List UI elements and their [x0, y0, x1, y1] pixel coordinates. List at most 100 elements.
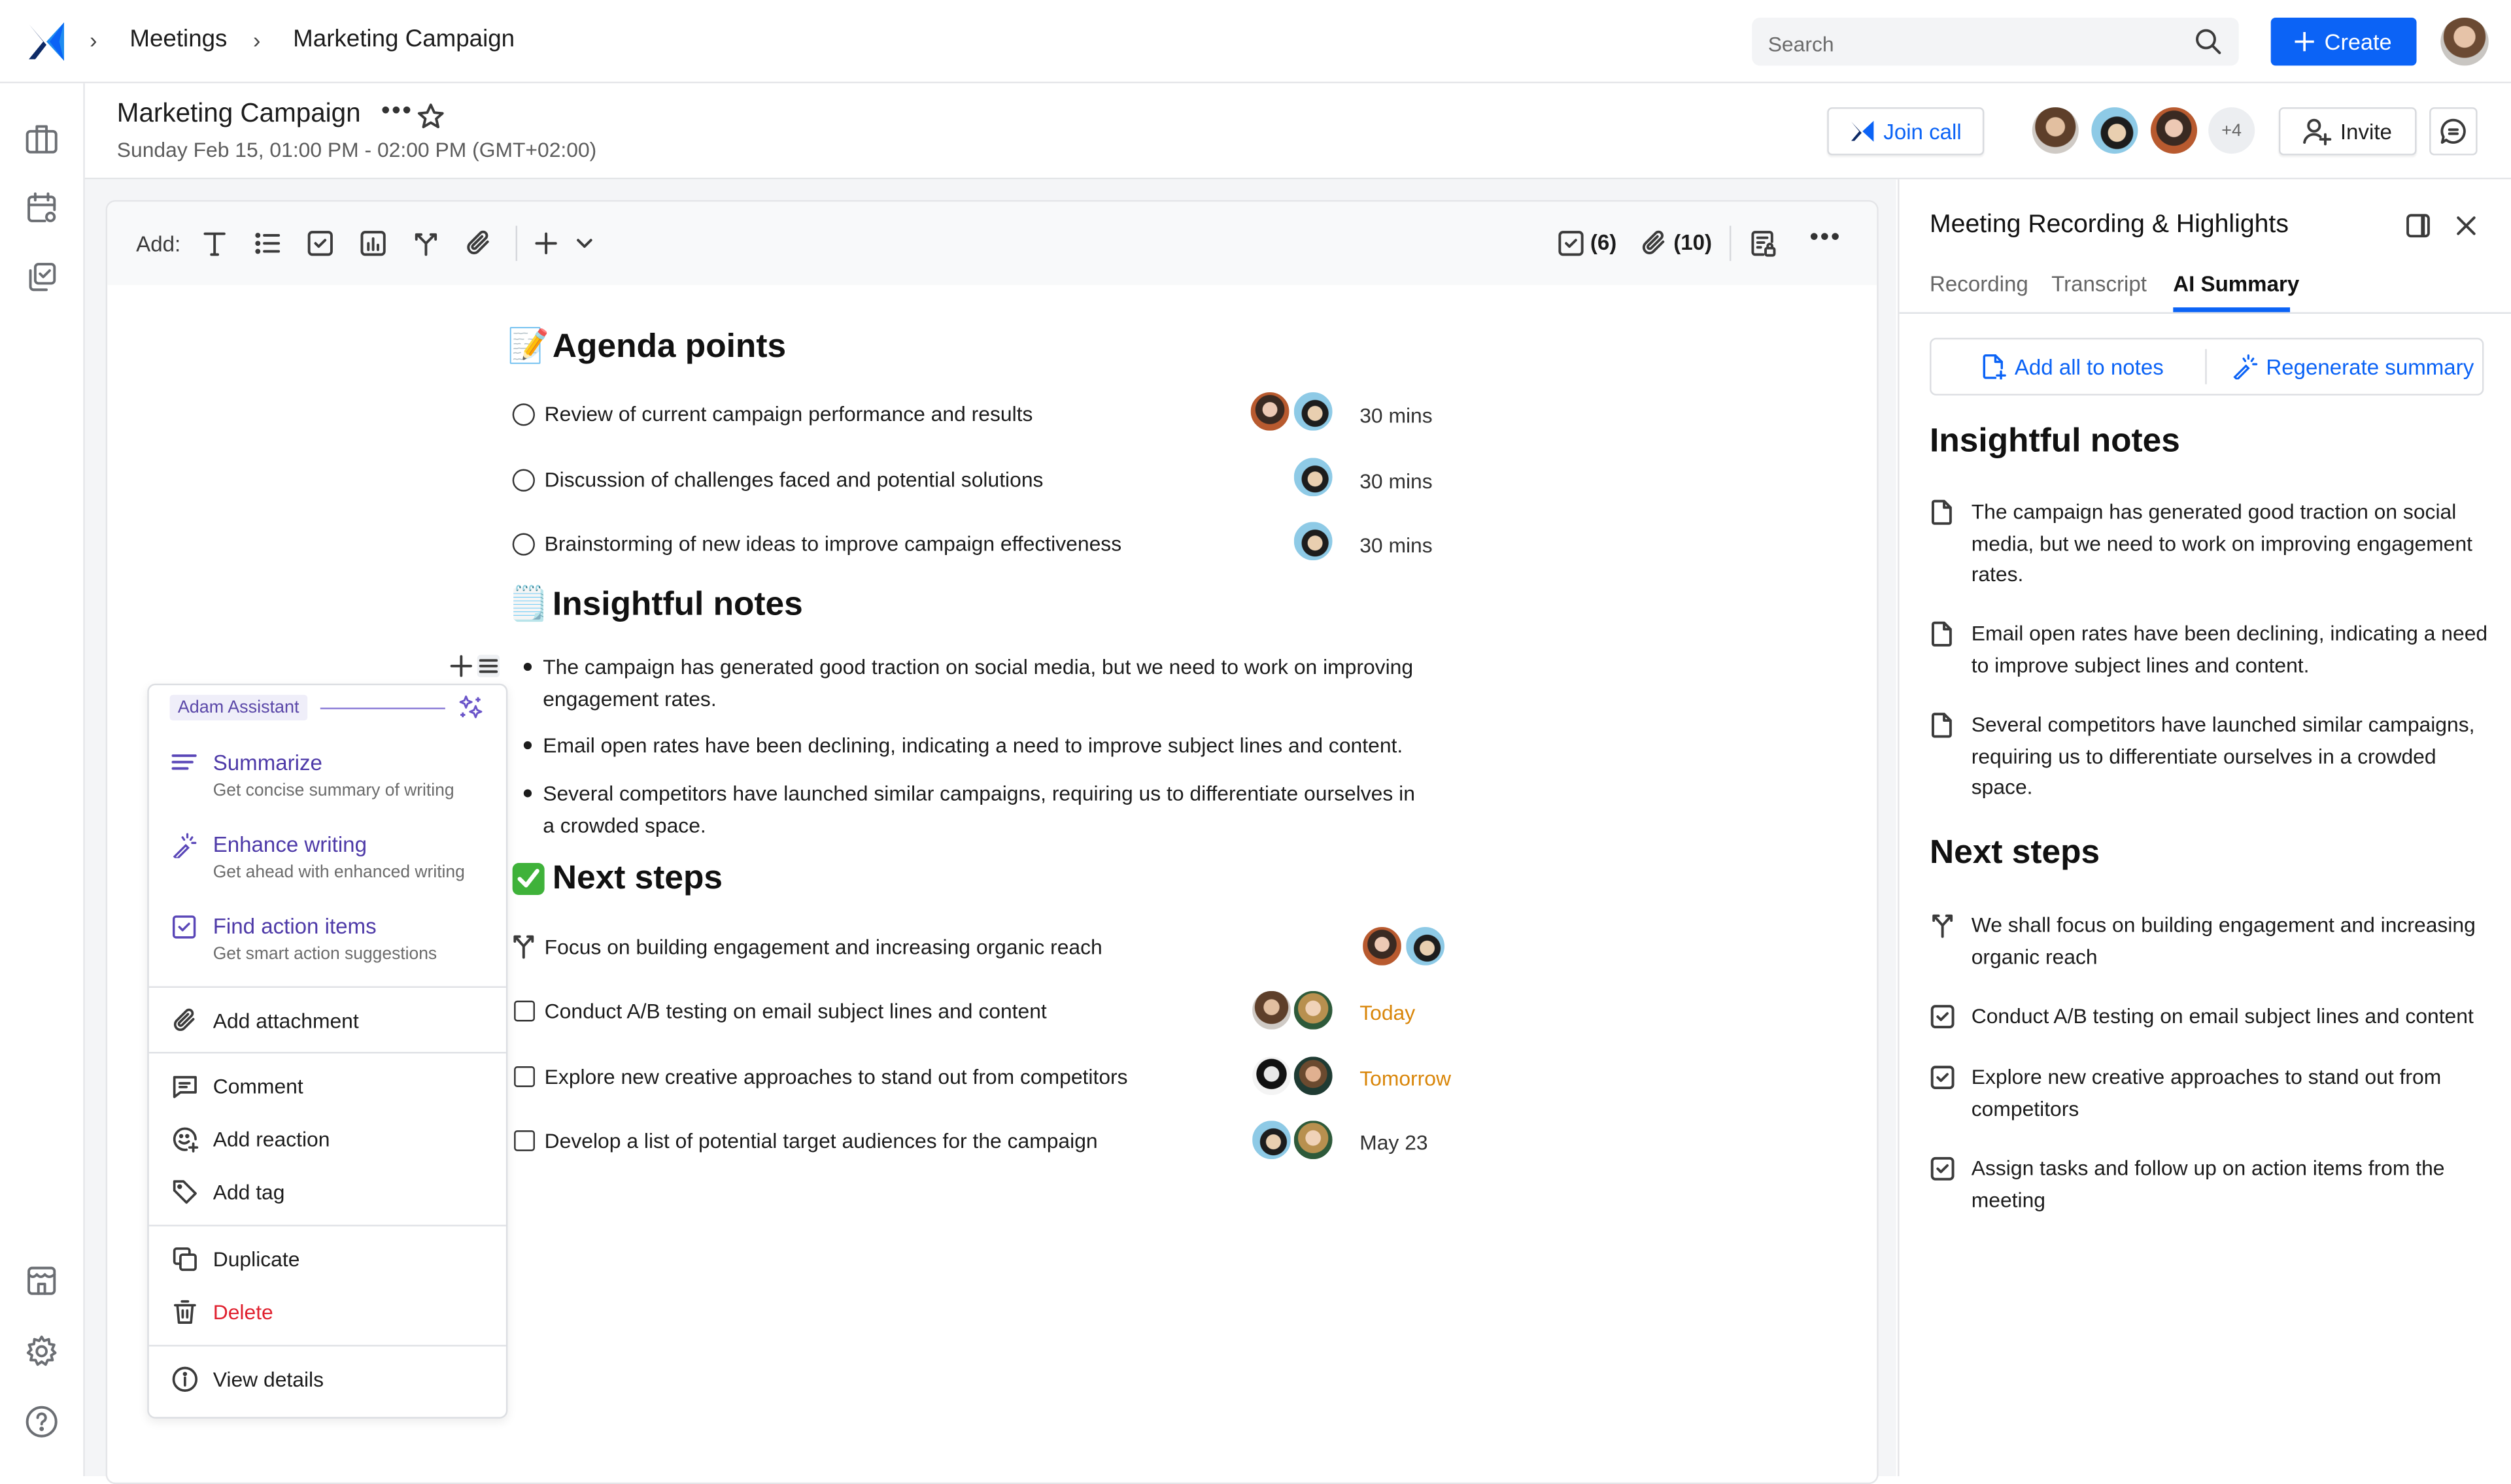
menu-item-label: Add attachment	[213, 1007, 359, 1032]
assignee-avatar[interactable]	[1249, 1117, 1294, 1162]
note-item[interactable]: The campaign has generated good traction…	[522, 652, 1418, 715]
comment-icon	[173, 1075, 197, 1098]
next-step-text[interactable]: Develop a list of potential target audie…	[545, 1129, 1098, 1153]
add-all-label: Add all to notes	[2014, 354, 2164, 379]
add-label: Add:	[136, 232, 181, 256]
participant-avatar[interactable]	[2032, 107, 2079, 154]
task-item: Conduct A/B testing on email subject lin…	[514, 999, 1047, 1023]
menu-view-details[interactable]: View details	[171, 1362, 324, 1394]
assignee-avatar[interactable]	[1290, 518, 1336, 564]
block-context-menu: Adam Assistant Summarize Get concise sum…	[147, 683, 508, 1419]
toolbar-divider	[515, 226, 518, 261]
summary-notes-heading: Insightful notes	[1930, 422, 2180, 460]
add-all-to-notes-button[interactable]: Add all to notes	[1981, 354, 2164, 380]
assignee-avatar[interactable]	[1290, 988, 1336, 1033]
close-icon[interactable]	[2453, 213, 2479, 239]
chat-button[interactable]	[2429, 107, 2478, 156]
participant-avatar[interactable]	[2151, 107, 2198, 154]
task-checkbox[interactable]	[514, 1066, 535, 1087]
plus-icon[interactable]	[532, 229, 560, 258]
task-checkbox[interactable]	[514, 1130, 535, 1151]
app-logo[interactable]	[26, 21, 67, 63]
gear-icon[interactable]	[24, 1334, 60, 1369]
briefcase-icon[interactable]	[24, 122, 60, 157]
calendar-icon[interactable]	[24, 190, 60, 226]
add-block-icon[interactable]	[450, 655, 472, 677]
private-notes-icon[interactable]	[1749, 229, 1777, 258]
agenda-radio[interactable]	[512, 402, 535, 426]
meeting-date: Sunday Feb 15, 01:00 PM - 02:00 PM (GMT+…	[116, 137, 597, 162]
tasks-count-icon[interactable]	[1556, 229, 1585, 258]
add-user-icon	[2304, 118, 2332, 146]
due-date[interactable]: Today	[1359, 1001, 1415, 1025]
decision-icon[interactable]	[411, 229, 440, 258]
assignee-avatar[interactable]	[1290, 454, 1336, 500]
join-call-button[interactable]: Join call	[1827, 107, 1985, 156]
user-avatar[interactable]	[2440, 17, 2489, 66]
assignee-avatar[interactable]	[1247, 389, 1293, 434]
next-step-text[interactable]: Conduct A/B testing on email subject lin…	[545, 999, 1047, 1023]
trash-icon	[173, 1299, 196, 1323]
summary-next-step-text: Assign tasks and follow up on action ite…	[1971, 1156, 2445, 1211]
tasks-count[interactable]: (6)	[1590, 231, 1616, 255]
assignee-avatar[interactable]	[1359, 924, 1405, 969]
assignee-avatar[interactable]	[1290, 1053, 1336, 1099]
task-checkbox[interactable]	[514, 1000, 535, 1022]
drag-handle-icon[interactable]	[477, 654, 500, 677]
agenda-radio[interactable]	[512, 468, 535, 491]
tab-transcript[interactable]: Transcript	[2051, 272, 2147, 296]
menu-duplicate[interactable]: Duplicate	[171, 1242, 299, 1274]
bullet-list-icon[interactable]	[253, 229, 282, 258]
checkbox-icon[interactable]	[306, 229, 335, 258]
assignee-avatar[interactable]	[1290, 1117, 1336, 1162]
search-box	[1752, 17, 2239, 69]
next-step-text[interactable]: Explore new creative approaches to stand…	[545, 1065, 1128, 1089]
tab-recording[interactable]: Recording	[1930, 272, 2028, 296]
regenerate-summary-button[interactable]: Regenerate summary	[2232, 354, 2474, 380]
assignee-avatar[interactable]	[1249, 988, 1294, 1033]
tasks-icon[interactable]	[24, 260, 60, 295]
tab-ai-summary[interactable]: AI Summary	[2173, 272, 2299, 296]
check-mark-icon	[511, 862, 546, 897]
paperclip-icon[interactable]	[464, 229, 493, 258]
breadcrumb-meetings[interactable]: Meetings	[129, 25, 227, 53]
menu-comment[interactable]: Comment	[171, 1070, 303, 1102]
decision-item: Focus on building engagement and increas…	[513, 934, 1102, 959]
agenda-item-text[interactable]: Discussion of challenges faced and poten…	[545, 467, 1044, 492]
assignee-avatar[interactable]	[1290, 389, 1336, 434]
text-icon[interactable]	[200, 229, 229, 258]
notepad-icon: 🗒️	[507, 586, 550, 623]
star-icon[interactable]	[417, 103, 445, 131]
expand-panel-icon[interactable]	[2405, 213, 2431, 239]
next-step-text[interactable]: Focus on building engagement and increas…	[545, 934, 1102, 958]
agenda-item-text[interactable]: Review of current campaign performance a…	[545, 402, 1033, 426]
create-button[interactable]: Create	[2270, 17, 2417, 66]
more-options-icon[interactable]: •••	[1809, 224, 1841, 253]
agenda-item-text[interactable]: Brainstorming of new ideas to improve ca…	[545, 531, 1121, 556]
note-item[interactable]: Several competitors have launched simila…	[522, 778, 1418, 841]
participant-avatar[interactable]	[2091, 107, 2138, 154]
invite-button[interactable]: Invite	[2278, 107, 2417, 156]
menu-item-label: Duplicate	[213, 1246, 300, 1271]
menu-delete[interactable]: Delete	[171, 1295, 273, 1327]
help-icon[interactable]	[24, 1404, 60, 1440]
more-participants-badge[interactable]: +4	[2208, 107, 2255, 154]
due-date[interactable]: May 23	[1359, 1130, 1427, 1155]
assignee-avatar[interactable]	[1403, 924, 1448, 969]
search-icon[interactable]	[2194, 27, 2223, 56]
menu-add-tag[interactable]: Add tag	[171, 1175, 285, 1207]
more-options-icon[interactable]: •••	[381, 97, 413, 126]
chart-icon[interactable]	[359, 229, 388, 258]
store-icon[interactable]	[24, 1263, 60, 1298]
menu-add-reaction[interactable]: Add reaction	[171, 1122, 330, 1155]
search-input[interactable]	[1764, 17, 2188, 69]
attachments-count[interactable]: (10)	[1673, 231, 1712, 255]
menu-add-attachment[interactable]: Add attachment	[171, 1004, 359, 1036]
breadcrumb-current[interactable]: Marketing Campaign	[293, 25, 515, 53]
due-date[interactable]: Tomorrow	[1359, 1066, 1451, 1090]
assignee-avatar[interactable]	[1249, 1053, 1294, 1099]
chevron-down-icon[interactable]	[570, 229, 599, 258]
attachments-count-icon[interactable]	[1640, 229, 1669, 258]
agenda-radio[interactable]	[512, 532, 535, 555]
note-item[interactable]: Email open rates have been declining, in…	[522, 730, 1418, 762]
